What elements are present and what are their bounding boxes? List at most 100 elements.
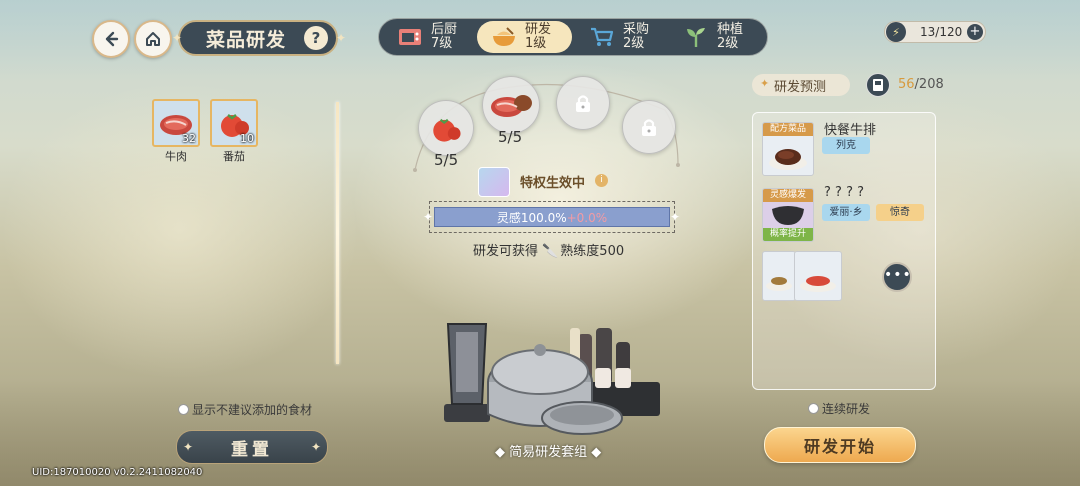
slot-1-count: 5/5: [434, 151, 459, 169]
book-icon: [873, 79, 883, 91]
ingredient-slot-tomato[interactable]: 10: [210, 99, 258, 147]
sparkle-icon: ✦: [310, 440, 321, 454]
help-button[interactable]: ?: [304, 26, 328, 50]
continuous-research-toggle[interactable]: 连续研发: [808, 400, 870, 417]
page-title-bar: 菜品研发 ?: [178, 20, 338, 56]
recipe-tag: 灵感爆发: [763, 189, 813, 202]
sparkle-icon: ✦: [760, 77, 770, 90]
diamond-icon: ◆: [587, 445, 602, 460]
more-button[interactable]: •••: [882, 262, 912, 292]
steak-dish-icon: [769, 149, 807, 170]
cooking-bowl-icon: [491, 26, 517, 48]
dish-icon: [766, 277, 792, 291]
start-label: 研发开始: [803, 437, 876, 456]
recipe-card-4[interactable]: [794, 251, 842, 301]
recipe-collection: 56/208: [898, 77, 944, 92]
lightning-icon: ⚡: [886, 22, 906, 42]
tab-kitchen-level: 7级: [431, 36, 453, 51]
sparkle-icon: ✦: [423, 210, 434, 224]
tab-research-level: 1级: [525, 36, 547, 51]
show-not-recommended-toggle[interactable]: 显示不建议添加的食材: [178, 401, 312, 418]
lock-icon: [576, 95, 590, 112]
arrow-left-icon: [105, 31, 119, 47]
prediction-title: 研发预测: [774, 79, 827, 95]
ingredient-slot-2[interactable]: [482, 76, 540, 134]
reward-value: 熟练度500: [560, 244, 625, 259]
tab-planting[interactable]: 种植 2级: [669, 21, 764, 53]
prediction-title-bar: ✦ 研发预测: [752, 74, 850, 96]
toggle-label: 连续研发: [822, 402, 871, 416]
cooking-set-illustration[interactable]: [440, 318, 670, 442]
slot-2-count: 5/5: [498, 128, 523, 146]
recipe-chip: 爱丽·乡: [822, 204, 870, 221]
radio-icon: [178, 404, 189, 415]
lock-icon: [642, 119, 656, 136]
locked-slot-4[interactable]: [622, 100, 676, 154]
recipe-book-button[interactable]: [866, 73, 890, 97]
recipe-name: 快餐牛排: [824, 123, 877, 138]
energy-counter: ⚡ 13/120 +: [884, 21, 986, 43]
tab-planting-label: 种植: [717, 22, 744, 37]
privilege-icon: [478, 167, 510, 197]
home-button[interactable]: [134, 20, 172, 58]
recipe-subtag: 概率提升: [763, 228, 813, 241]
recipe-card-1[interactable]: 配方菜品: [762, 122, 814, 176]
tab-purchase[interactable]: 采购 2级: [575, 21, 670, 53]
beef-icon: [491, 95, 532, 117]
ingredient-label: 牛肉: [165, 150, 187, 163]
ingredient-label: 番茄: [223, 150, 245, 163]
home-icon: [146, 32, 160, 46]
radio-icon: [808, 403, 819, 414]
recipe-name: ? ? ? ?: [824, 185, 864, 200]
uid-version: UID:187010020 v0.2.2411082040: [32, 467, 203, 478]
page-title: 菜品研发: [206, 28, 287, 51]
shopping-cart-icon: [589, 26, 615, 48]
inspiration-value: 灵感100.0%: [496, 211, 567, 225]
scroll-divider: [336, 102, 339, 364]
sparkle-icon: ✦: [183, 440, 194, 454]
oven-icon: [397, 26, 423, 48]
tomato-icon: [433, 118, 461, 142]
toggle-label: 显示不建议添加的食材: [192, 403, 313, 417]
diamond-icon: ◆: [495, 445, 510, 460]
sparkle-icon: ✦: [670, 210, 681, 224]
sparkle-icon: ✦: [336, 31, 347, 45]
tab-research[interactable]: 研发 1级: [477, 21, 572, 53]
tab-planting-level: 2级: [717, 36, 739, 51]
knife-icon: 🔪: [542, 244, 559, 259]
tab-purchase-level: 2级: [623, 36, 645, 51]
facility-tabs: 后厨 7级 研发 1级 采购 2级 种植 2级: [378, 18, 768, 56]
back-button[interactable]: [92, 20, 130, 58]
research-reward: 研发可获得 🔪 熟练度500: [473, 240, 624, 259]
recipe-total: /208: [914, 77, 944, 92]
recipe-chip: 惊奇: [876, 204, 924, 221]
tab-kitchen[interactable]: 后厨 7级: [383, 21, 478, 53]
energy-value: 13/120: [920, 25, 963, 39]
info-button[interactable]: i: [595, 174, 608, 187]
reward-prefix: 研发可获得: [473, 244, 539, 259]
recipe-chip: 列克: [822, 137, 870, 154]
recipe-card-2[interactable]: 灵感爆发 概率提升: [762, 188, 814, 242]
dish-icon: [800, 276, 836, 292]
ingredient-slot-beef[interactable]: 32: [152, 99, 200, 147]
inspiration-bonus: +0.0%: [566, 211, 608, 225]
sparkle-icon: ✦: [172, 31, 183, 45]
tab-research-label: 研发: [525, 22, 552, 37]
recipe-collected: 56: [898, 77, 915, 92]
sprout-icon: [683, 26, 709, 48]
locked-slot-3[interactable]: [556, 76, 610, 130]
recipe-card-3[interactable]: [762, 251, 796, 301]
recipe-tag: 配方菜品: [763, 123, 813, 136]
ingredient-slot-1[interactable]: [418, 100, 474, 156]
ingredient-count: 32: [182, 132, 196, 145]
add-energy-button[interactable]: +: [967, 24, 983, 40]
cooking-set-label: ◆ 简易研发套组 ◆: [495, 441, 601, 460]
inspiration-text: 灵感100.0%+0.0%: [434, 209, 670, 226]
reset-button[interactable]: ✦ 重置 ✦: [176, 430, 328, 464]
cooking-set-name: 简易研发套组: [509, 445, 588, 460]
start-research-button[interactable]: 研发开始: [764, 427, 916, 463]
ingredient-count: 10: [240, 132, 254, 145]
mystery-dish-icon: [772, 206, 804, 225]
reset-label: 重置: [231, 439, 273, 460]
tab-purchase-label: 采购: [623, 22, 650, 37]
